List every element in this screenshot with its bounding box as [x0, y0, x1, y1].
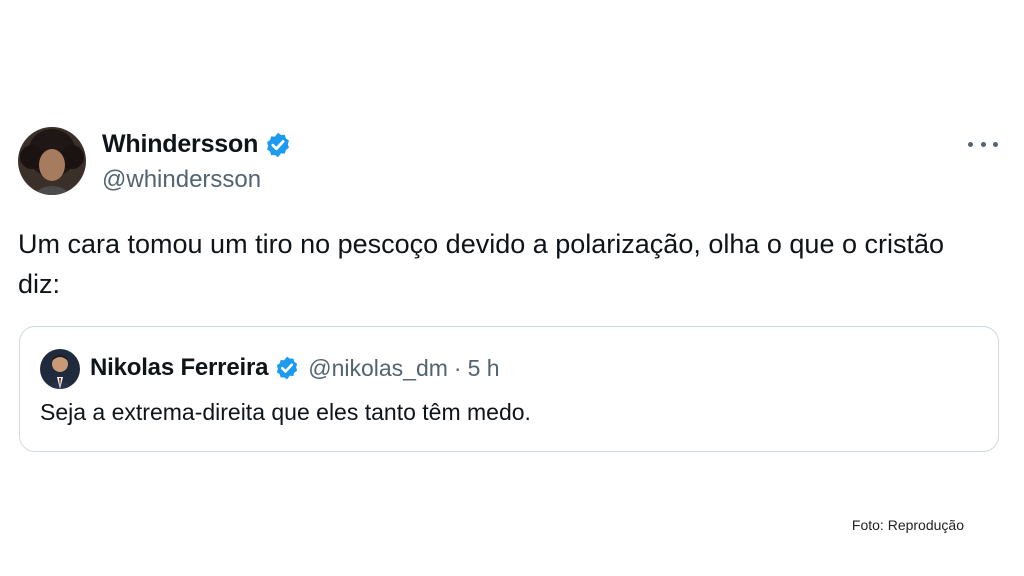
author-handle[interactable]: @whindersson	[102, 166, 261, 194]
quoted-tweet[interactable]: Nikolas Ferreira @nikolas_dm · 5 h Seja …	[19, 326, 999, 452]
quoted-header: Nikolas Ferreira @nikolas_dm · 5 h	[90, 354, 500, 382]
quoted-author-name[interactable]: Nikolas Ferreira	[90, 354, 268, 382]
more-horizontal-icon	[968, 141, 973, 147]
quoted-timestamp[interactable]: 5 h	[468, 355, 500, 382]
avatar-image	[18, 127, 86, 195]
avatar[interactable]	[18, 127, 86, 195]
quoted-avatar-image	[40, 349, 80, 389]
author-name[interactable]: Whindersson	[102, 130, 258, 159]
more-horizontal-icon	[980, 141, 986, 147]
tweet-card: Whindersson @whindersson Um cara tomou u…	[0, 0, 1024, 576]
verified-badge-icon	[277, 356, 298, 380]
quoted-author-handle[interactable]: @nikolas_dm	[308, 355, 448, 382]
more-horizontal-icon	[993, 141, 998, 147]
quoted-avatar[interactable]	[40, 349, 80, 389]
separator-dot: ·	[453, 354, 462, 381]
photo-credit: Foto: Reprodução	[851, 517, 964, 533]
more-options-button[interactable]	[968, 132, 998, 156]
quoted-text: Seja a extrema-direita que eles tanto tê…	[40, 399, 531, 425]
tweet-text: Um cara tomou um tiro no pescoço devido …	[18, 229, 945, 299]
verified-badge-icon	[267, 132, 290, 157]
author-name-row[interactable]: Whindersson	[102, 130, 292, 159]
